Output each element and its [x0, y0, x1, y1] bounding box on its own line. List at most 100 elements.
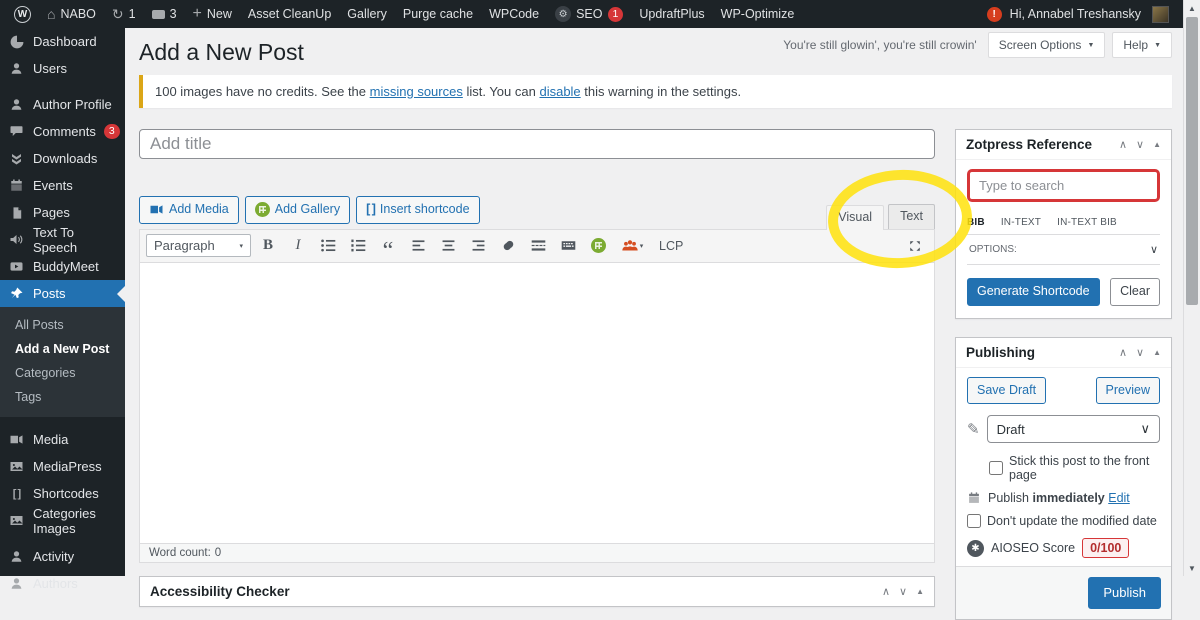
- align-center-button[interactable]: [435, 234, 461, 258]
- gallery-icon: [591, 238, 606, 253]
- paragraph-format-select[interactable]: Paragraph ▾: [146, 234, 251, 257]
- move-down-icon[interactable]: ∨: [899, 585, 907, 598]
- collapse-toggle-icon[interactable]: ▲: [916, 587, 924, 596]
- save-draft-button[interactable]: Save Draft: [967, 377, 1046, 405]
- preview-button[interactable]: Preview: [1096, 377, 1160, 405]
- more-tag-button[interactable]: [525, 234, 551, 258]
- zotpress-tab-in-text-bib[interactable]: IN-TEXT BIB: [1057, 217, 1117, 234]
- align-left-button[interactable]: [405, 234, 431, 258]
- seo-label: SEO: [576, 7, 602, 21]
- move-up-icon[interactable]: ∧: [1119, 138, 1127, 151]
- fullscreen-button[interactable]: [902, 234, 928, 258]
- new-content-menu[interactable]: + New: [185, 0, 240, 28]
- sidebar-item-activity[interactable]: Activity: [0, 543, 125, 570]
- italic-button[interactable]: I: [285, 234, 311, 258]
- missing-sources-link[interactable]: missing sources: [370, 84, 463, 99]
- notice-text: list. You can: [463, 84, 540, 99]
- bold-button[interactable]: B: [255, 234, 281, 258]
- submenu-all-posts[interactable]: All Posts: [0, 313, 125, 337]
- scroll-up-arrow[interactable]: ▲: [1184, 0, 1200, 16]
- edit-publish-date-link[interactable]: Edit: [1108, 491, 1130, 505]
- submenu-add-a-new-post[interactable]: Add a New Post: [0, 337, 125, 361]
- move-up-icon[interactable]: ∧: [882, 585, 890, 598]
- menu-item-gallery[interactable]: Gallery: [339, 0, 395, 28]
- sidebar-item-posts[interactable]: Posts: [0, 280, 125, 307]
- numbered-list-button[interactable]: [345, 234, 371, 258]
- seo-notification-badge: 1: [608, 7, 624, 22]
- site-name-menu[interactable]: ⌂ NABO: [39, 0, 104, 28]
- keyboard-shortcuts-button[interactable]: [555, 234, 581, 258]
- move-up-icon[interactable]: ∧: [1119, 346, 1127, 359]
- bullet-list-button[interactable]: [315, 234, 341, 258]
- activity-icon: [8, 549, 25, 564]
- submenu-tags[interactable]: Tags: [0, 385, 125, 409]
- lcp-button[interactable]: LCP: [659, 239, 683, 253]
- sidebar-item-shortcodes[interactable]: [ ] Shortcodes: [0, 480, 125, 507]
- tab-visual[interactable]: Visual: [826, 205, 884, 230]
- site-name-label: NABO: [60, 7, 95, 21]
- gallery-toolbar-button[interactable]: [585, 234, 611, 258]
- submenu-categories[interactable]: Categories: [0, 361, 125, 385]
- publish-button[interactable]: Publish: [1088, 577, 1161, 609]
- sidebar-item-events[interactable]: Events: [0, 172, 125, 199]
- account-menu[interactable]: Hi, Annabel Treshansky: [1002, 0, 1177, 28]
- generate-shortcode-button[interactable]: Generate Shortcode: [967, 278, 1100, 306]
- menu-item-purge-cache[interactable]: Purge cache: [395, 0, 481, 28]
- sidebar-item-media[interactable]: Media: [0, 426, 125, 453]
- align-right-button[interactable]: [465, 234, 491, 258]
- disable-warning-link[interactable]: disable: [539, 84, 580, 99]
- menu-item-asset-cleanup[interactable]: Asset CleanUp: [240, 0, 339, 28]
- screen-options-button[interactable]: Screen Options ▼: [988, 32, 1106, 58]
- add-gallery-button[interactable]: Add Gallery: [245, 196, 350, 224]
- coauthors-button[interactable]: ▾: [615, 234, 649, 258]
- stick-post-checkbox[interactable]: [989, 461, 1003, 475]
- blockquote-button[interactable]: “: [375, 234, 401, 258]
- collapse-toggle-icon[interactable]: ▲: [1153, 348, 1161, 357]
- zotpress-panel-header[interactable]: Zotpress Reference ∧ ∨ ▲: [956, 130, 1171, 160]
- scrollbar-thumb[interactable]: [1186, 17, 1198, 305]
- zotpress-tab-in-text[interactable]: IN-TEXT: [1001, 217, 1041, 234]
- sidebar-item-mediapress[interactable]: MediaPress: [0, 453, 125, 480]
- insert-shortcode-button[interactable]: [ ] Insert shortcode: [356, 196, 479, 224]
- dont-update-date-checkbox[interactable]: [967, 514, 981, 528]
- comments-menu[interactable]: 3: [144, 0, 185, 28]
- page-scrollbar[interactable]: ▲ ▼: [1183, 0, 1200, 576]
- menu-item-wpcode[interactable]: WPCode: [481, 0, 547, 28]
- sidebar-item-pages[interactable]: Pages: [0, 199, 125, 226]
- sidebar-item-text-to-speech[interactable]: Text To Speech: [0, 226, 125, 253]
- move-down-icon[interactable]: ∨: [1136, 346, 1144, 359]
- zotpress-search-input[interactable]: [967, 169, 1160, 202]
- screen-options-label: Screen Options: [999, 38, 1082, 52]
- alert-icon[interactable]: !: [987, 7, 1002, 22]
- tab-text[interactable]: Text: [888, 204, 935, 229]
- editor-content-area[interactable]: [140, 263, 934, 543]
- help-label: Help: [1123, 38, 1148, 52]
- updates-menu[interactable]: ↻ 1: [104, 0, 144, 28]
- sidebar-item-buddymeet[interactable]: BuddyMeet: [0, 253, 125, 280]
- sidebar-item-comments[interactable]: Comments 3: [0, 118, 125, 145]
- sidebar-item-author-profile[interactable]: Author Profile: [0, 91, 125, 118]
- sidebar-item-categories-images[interactable]: Categories Images: [0, 507, 125, 534]
- post-status-select[interactable]: Draft ∨: [987, 415, 1160, 443]
- move-down-icon[interactable]: ∨: [1136, 138, 1144, 151]
- menu-item-wp-optimize[interactable]: WP-Optimize: [713, 0, 803, 28]
- seo-menu[interactable]: ⚙ SEO 1: [547, 0, 631, 28]
- clear-button[interactable]: Clear: [1110, 278, 1160, 306]
- help-button[interactable]: Help ▼: [1112, 32, 1172, 58]
- post-title-input[interactable]: [139, 129, 935, 159]
- admin-sidebar: Dashboard Users Author Profile Comments …: [0, 28, 125, 576]
- sidebar-item-authors[interactable]: Authors: [0, 570, 125, 597]
- wp-logo-menu[interactable]: W: [6, 0, 39, 28]
- scroll-down-arrow[interactable]: ▼: [1184, 560, 1200, 576]
- publishing-panel-header[interactable]: Publishing ∧ ∨ ▲: [956, 338, 1171, 368]
- sidebar-item-dashboard[interactable]: Dashboard: [0, 28, 125, 55]
- sidebar-item-users[interactable]: Users: [0, 55, 125, 82]
- menu-item-updraftplus[interactable]: UpdraftPlus: [631, 0, 712, 28]
- add-media-button[interactable]: Add Media: [139, 196, 239, 224]
- insert-link-button[interactable]: [495, 234, 521, 258]
- zotpress-options-toggle[interactable]: OPTIONS: ∨: [967, 234, 1160, 265]
- zotpress-tab-bib[interactable]: BIB: [967, 217, 985, 234]
- aioseo-score-badge[interactable]: 0/100: [1082, 538, 1129, 558]
- sidebar-item-downloads[interactable]: Downloads: [0, 145, 125, 172]
- collapse-toggle-icon[interactable]: ▲: [1153, 140, 1161, 149]
